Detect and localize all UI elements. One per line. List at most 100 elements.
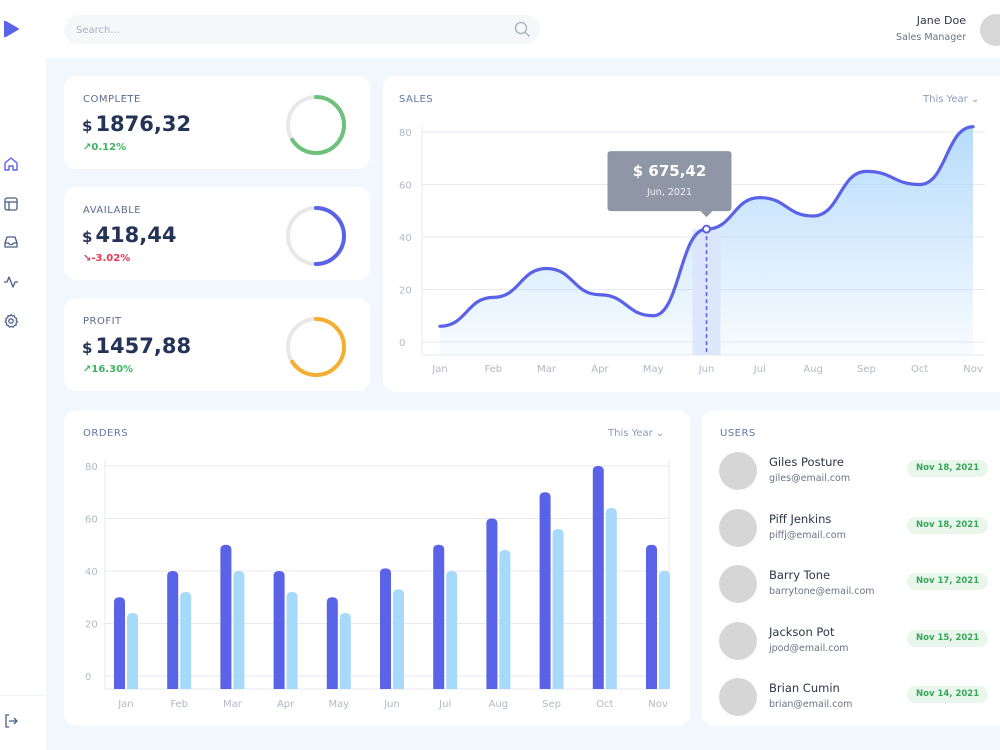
bar: [339, 613, 351, 689]
gear-icon[interactable]: [3, 313, 19, 329]
user-name: Jane Doe: [916, 14, 966, 27]
users-title: USERS: [720, 428, 756, 439]
bar: [233, 571, 245, 689]
avatar[interactable]: [980, 14, 1000, 46]
avatar: [719, 621, 757, 660]
avatar: [719, 565, 757, 603]
stat-value: $418,44: [82, 223, 177, 247]
home-icon[interactable]: [3, 156, 19, 172]
bar: [592, 466, 604, 689]
sales-card: SALES This Year ⌄ 0 20 40 60 80 Jan Feb Mar Apr M…: [383, 76, 1000, 392]
bar: [446, 571, 458, 689]
tooltip-box: [607, 151, 732, 212]
date-badge: Nov 18, 2021: [907, 516, 989, 534]
avatar: [719, 452, 757, 490]
y-tick-label: 60: [399, 181, 412, 192]
user-row-email: piffj@email.com: [769, 529, 846, 541]
bar: [273, 571, 285, 689]
x-tick-label: Nov: [648, 699, 668, 710]
stat-value: $1876,32: [82, 112, 192, 136]
bar: [499, 550, 511, 689]
x-tick-label: Feb: [170, 699, 188, 710]
user-row-name: Giles Posture: [769, 455, 844, 469]
date-badge: Nov 18, 2021: [907, 460, 989, 477]
activity-icon[interactable]: [3, 274, 19, 290]
logout-icon[interactable]: [3, 713, 19, 729]
orders-chart: 0 20 40 60 80 Jan Feb Mar Apr May Jun Jul Aug Sep Oct N…: [85, 460, 670, 710]
x-tick-label: Jun: [698, 364, 715, 375]
top-bar: Jane Doe Sales Manager: [46, 0, 1000, 58]
highlight-point: [702, 224, 711, 234]
bar: [539, 492, 551, 689]
tooltip-pointer: [700, 211, 713, 218]
x-tick-label: Oct: [911, 364, 928, 375]
bar: [326, 597, 338, 689]
x-tick-label: Feb: [484, 364, 502, 375]
avatar: [719, 508, 757, 547]
list-item[interactable]: Giles Posture giles@email.com Nov 18, 2021: [719, 452, 989, 492]
progress-ring: [286, 95, 346, 155]
stat-card-profit: PROFIT $1457,88 ↗16.30%: [64, 298, 370, 391]
bar: [114, 597, 125, 689]
x-tick-label: Sep: [542, 699, 561, 710]
x-tick-label: Jun: [383, 699, 400, 710]
bar: [127, 613, 138, 689]
x-tick-label: Jan: [431, 364, 447, 375]
search-icon[interactable]: [514, 21, 531, 38]
bar: [605, 508, 617, 689]
avatar: [719, 678, 757, 716]
search-bar[interactable]: [64, 15, 540, 44]
bar: [167, 571, 179, 689]
bar: [180, 592, 192, 689]
y-tick-label: 80: [399, 128, 412, 139]
stat-change: ↗16.30%: [83, 364, 134, 375]
layout-icon[interactable]: [3, 196, 19, 212]
tooltip-value: $ 675,42: [633, 162, 707, 180]
y-tick-label: 0: [85, 672, 91, 683]
search-input[interactable]: [76, 21, 496, 39]
bar: [552, 529, 564, 689]
user-row-name: Piff Jenkins: [769, 511, 832, 526]
stat-label: AVAILABLE: [83, 205, 142, 216]
date-badge: Nov 15, 2021: [907, 629, 989, 647]
list-item[interactable]: Jackson Pot jpod@email.com Nov 15, 2021: [719, 621, 989, 662]
bar: [380, 568, 391, 689]
stat-card-complete: COMPLETE $1876,32 ↗0.12%: [64, 76, 370, 169]
orders-card: ORDERS This Year ⌄ 0 20 40 60 80 Jan Feb Mar Apr…: [64, 410, 690, 726]
play-icon[interactable]: [2, 20, 20, 38]
bar: [433, 544, 445, 689]
x-tick-label: Mar: [537, 364, 557, 375]
x-tick-label: Jan: [117, 699, 133, 710]
stat-change: ↗0.12%: [83, 142, 127, 153]
date-badge: Nov 14, 2021: [907, 686, 989, 703]
x-tick-label: Apr: [591, 364, 609, 375]
user-row-email: giles@email.com: [769, 473, 851, 484]
stat-label: COMPLETE: [83, 94, 141, 105]
x-tick-label: Aug: [803, 364, 823, 375]
y-tick-label: 20: [399, 286, 412, 297]
sidebar: [0, 0, 46, 750]
progress-ring: [286, 206, 346, 266]
tooltip: $ 675,42 Jun, 2021: [607, 151, 732, 218]
x-tick-label: Nov: [963, 364, 983, 375]
inbox-icon[interactable]: [3, 234, 19, 250]
x-tick-label: Aug: [489, 699, 509, 710]
bar: [286, 592, 298, 689]
x-tick-label: Sep: [857, 364, 876, 375]
stat-change: ↘-3.02%: [83, 253, 131, 264]
x-tick-label: May: [328, 699, 349, 710]
stat-label: PROFIT: [83, 316, 122, 327]
date-badge: Nov 17, 2021: [907, 573, 989, 590]
x-tick-label: May: [643, 364, 664, 375]
list-item[interactable]: Brian Cumin brian@email.com Nov 14, 2021: [719, 678, 989, 718]
list-item[interactable]: Barry Tone barrytone@email.com Nov 17, 202…: [719, 565, 989, 605]
user-row-name: Jackson Pot: [769, 624, 835, 639]
user-row-email: jpod@email.com: [769, 642, 849, 654]
y-tick-label: 40: [399, 233, 412, 244]
list-item[interactable]: Piff Jenkins piffj@email.com Nov 18, 2021: [719, 508, 989, 549]
x-tick-label: Jul: [753, 364, 766, 375]
user-row-email: brian@email.com: [769, 699, 853, 710]
x-tick-label: Mar: [223, 699, 243, 710]
sidebar-divider: [0, 695, 46, 696]
x-tick-label: Oct: [596, 699, 613, 710]
